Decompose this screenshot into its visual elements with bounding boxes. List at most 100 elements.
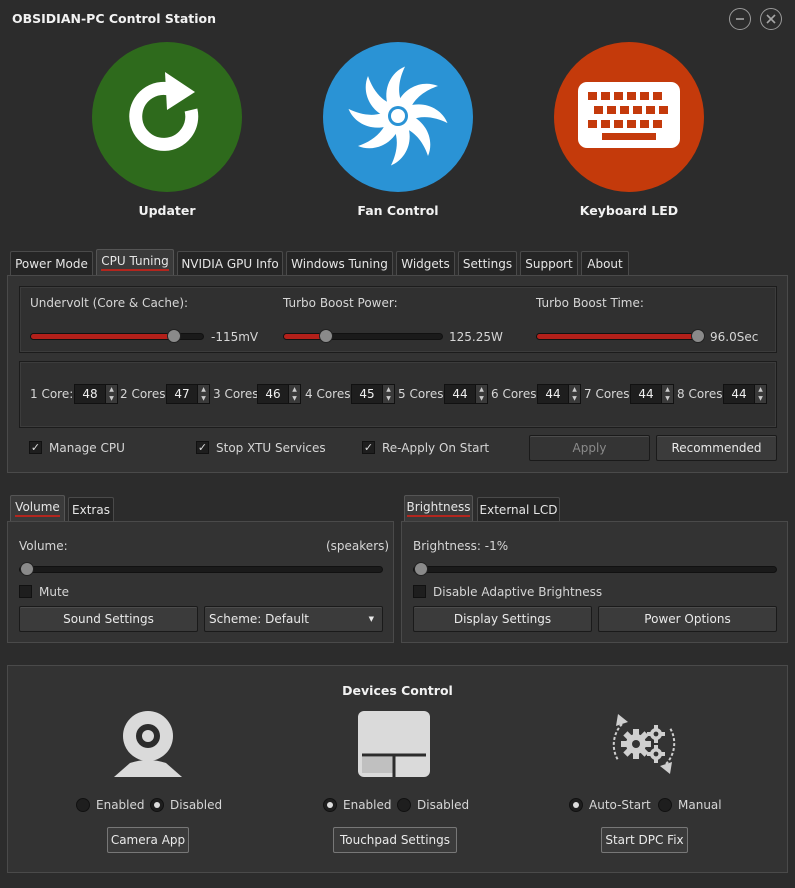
- spin-arrows-icon[interactable]: ▲ ▼: [288, 385, 300, 403]
- stop-xtu-checkbox[interactable]: ✓: [196, 441, 209, 454]
- tab-external-lcd[interactable]: External LCD: [477, 497, 560, 521]
- turbo-time-handle[interactable]: [691, 329, 705, 343]
- undervolt-fill: [31, 334, 173, 339]
- spin-arrows-icon[interactable]: ▲ ▼: [475, 385, 487, 403]
- radio-selected-dot: [327, 802, 333, 808]
- spin-arrows-icon[interactable]: ▲ ▼: [754, 385, 766, 403]
- camera-disabled-label: Disabled: [170, 798, 223, 812]
- camera-enabled-label: Enabled: [96, 798, 145, 812]
- mute-label: Mute: [39, 585, 70, 599]
- keyboard-led-launcher[interactable]: [554, 42, 704, 192]
- spin-arrows-icon[interactable]: ▲ ▼: [382, 385, 394, 403]
- updater-launcher[interactable]: [92, 42, 242, 192]
- core-8-spinbox[interactable]: 44 ▲ ▼: [723, 384, 767, 404]
- core-5-spinbox[interactable]: 44 ▲ ▼: [444, 384, 488, 404]
- brightness-handle[interactable]: [414, 562, 428, 576]
- checkmark-icon: ✓: [197, 441, 208, 454]
- core-1-label: 1 Core:: [30, 387, 74, 401]
- manage-cpu-label: Manage CPU: [49, 441, 125, 455]
- tab-settings[interactable]: Settings: [458, 251, 517, 275]
- start-dpc-fix-button[interactable]: Start DPC Fix: [601, 827, 688, 853]
- core-2-spinbox[interactable]: 47 ▲ ▼: [166, 384, 210, 404]
- manage-cpu-checkbox[interactable]: ✓: [29, 441, 42, 454]
- tab-widgets[interactable]: Widgets: [396, 251, 455, 275]
- core-7-label: 7 Cores:: [584, 387, 634, 401]
- sound-settings-button[interactable]: Sound Settings: [19, 606, 198, 632]
- tab-volume[interactable]: Volume: [10, 495, 65, 521]
- tab-windows-tuning[interactable]: Windows Tuning: [286, 251, 393, 275]
- radio-selected-dot: [154, 802, 160, 808]
- webcam-icon: [112, 707, 184, 782]
- touchpad-enabled-label: Enabled: [343, 798, 392, 812]
- core-2-label: 2 Cores:: [120, 387, 170, 401]
- core-3-spinbox[interactable]: 46 ▲ ▼: [257, 384, 301, 404]
- camera-disabled-radio[interactable]: [150, 798, 164, 812]
- volume-handle[interactable]: [20, 562, 34, 576]
- spin-arrows-icon[interactable]: ▲ ▼: [568, 385, 580, 403]
- refresh-arrow-icon: [117, 66, 217, 169]
- volume-label: Volume:: [19, 539, 68, 553]
- chevron-down-icon: ▼: [368, 615, 374, 623]
- touchpad-icon: [357, 710, 431, 781]
- tab-cpu-tuning[interactable]: CPU Tuning: [96, 249, 174, 275]
- fan-control-label: Fan Control: [357, 203, 439, 218]
- spin-arrows-icon[interactable]: ▲ ▼: [661, 385, 673, 403]
- turbo-time-slider[interactable]: [536, 329, 705, 343]
- devices-title: Devices Control: [342, 683, 453, 698]
- undervolt-label: Undervolt (Core & Cache):: [30, 296, 189, 310]
- turbo-power-slider[interactable]: [283, 329, 443, 343]
- adaptive-brightness-checkbox[interactable]: [413, 585, 426, 598]
- brightness-label: Brightness: -1%: [413, 539, 509, 553]
- dpc-manual-label: Manual: [678, 798, 722, 812]
- turbo-power-handle[interactable]: [319, 329, 333, 343]
- dpc-manual-radio[interactable]: [658, 798, 672, 812]
- volume-slider[interactable]: [19, 562, 383, 576]
- turbo-time-fill: [537, 334, 703, 339]
- tab-power-mode[interactable]: Power Mode: [10, 251, 93, 275]
- undervolt-value: -115mV: [211, 330, 259, 344]
- camera-app-button[interactable]: Camera App: [107, 827, 189, 853]
- brightness-slider[interactable]: [413, 562, 777, 576]
- core-3-label: 3 Cores: [213, 387, 259, 401]
- turbo-time-value: 96.0Sec: [710, 330, 759, 344]
- camera-enabled-radio[interactable]: [76, 798, 90, 812]
- fan-control-launcher[interactable]: [323, 42, 473, 192]
- tab-support[interactable]: Support: [520, 251, 578, 275]
- core-6-spinbox[interactable]: 44 ▲ ▼: [537, 384, 581, 404]
- spin-arrows-icon[interactable]: ▲ ▼: [197, 385, 209, 403]
- reapply-checkbox[interactable]: ✓: [362, 441, 375, 454]
- touchpad-disabled-label: Disabled: [417, 798, 470, 812]
- touchpad-settings-button[interactable]: Touchpad Settings: [333, 827, 457, 853]
- scheme-dropdown[interactable]: Scheme: Default ▼: [204, 606, 383, 632]
- core-8-label: 8 Cores:: [677, 387, 727, 401]
- spin-arrows-icon[interactable]: ▲ ▼: [105, 385, 117, 403]
- touchpad-enabled-radio[interactable]: [323, 798, 337, 812]
- display-settings-button[interactable]: Display Settings: [413, 606, 592, 632]
- turbo-power-value: 125.25W: [449, 330, 503, 344]
- core-7-spinbox[interactable]: 44 ▲ ▼: [630, 384, 674, 404]
- turbo-power-fill: [284, 334, 324, 339]
- touchpad-disabled-radio[interactable]: [397, 798, 411, 812]
- radio-selected-dot: [573, 802, 579, 808]
- tab-about[interactable]: About: [581, 251, 629, 275]
- recommended-button[interactable]: Recommended: [656, 435, 777, 461]
- scheme-value: Scheme: Default: [209, 612, 309, 626]
- tab-brightness[interactable]: Brightness: [404, 495, 473, 521]
- core-4-spinbox[interactable]: 45 ▲ ▼: [351, 384, 395, 404]
- window-title: OBSIDIAN-PC Control Station: [12, 11, 217, 26]
- close-button[interactable]: [760, 8, 782, 30]
- undervolt-slider[interactable]: [30, 329, 204, 343]
- tab-extras[interactable]: Extras: [68, 497, 114, 521]
- audio-device-label: (speakers): [326, 539, 390, 553]
- tab-nvidia-gpu-info[interactable]: NVIDIA GPU Info: [177, 251, 283, 275]
- checkmark-icon: ✓: [30, 441, 41, 454]
- dpc-auto-start-label: Auto-Start: [589, 798, 651, 812]
- apply-button[interactable]: Apply: [529, 435, 650, 461]
- mute-checkbox[interactable]: [19, 585, 32, 598]
- minimize-button[interactable]: [729, 8, 751, 30]
- undervolt-handle[interactable]: [167, 329, 181, 343]
- core-1-spinbox[interactable]: 48 ▲ ▼: [74, 384, 118, 404]
- dpc-auto-start-radio[interactable]: [569, 798, 583, 812]
- gears-cycle-icon: [604, 708, 684, 783]
- power-options-button[interactable]: Power Options: [598, 606, 777, 632]
